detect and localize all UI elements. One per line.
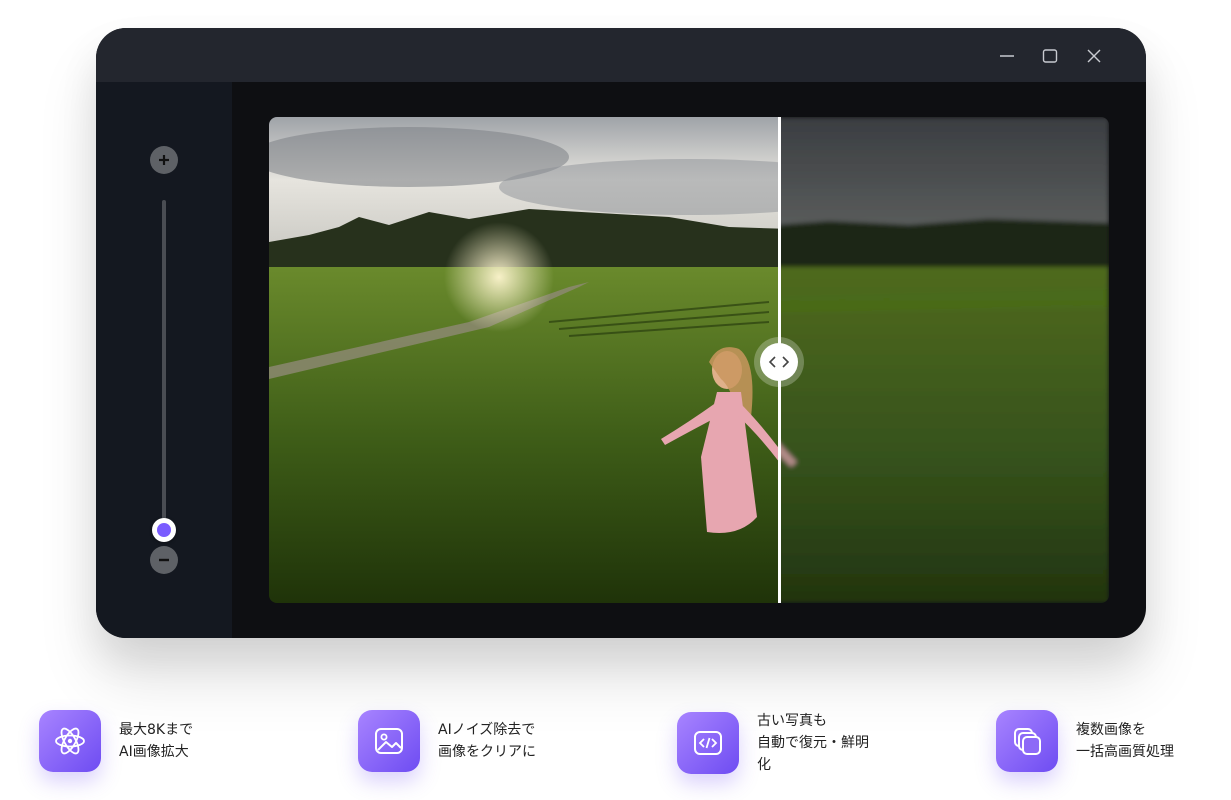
- app-window: [96, 28, 1146, 638]
- atom-icon: [55, 727, 85, 755]
- zoom-thumb-dot: [157, 523, 171, 537]
- title-bar: [96, 28, 1146, 82]
- minimize-icon: [1000, 55, 1014, 57]
- zoom-slider-track[interactable]: [162, 200, 166, 530]
- feature-icon-box: [358, 710, 420, 772]
- compare-handle[interactable]: [760, 343, 798, 381]
- feature-batch: 複数画像を 一括高画質処理: [996, 710, 1174, 772]
- feature-icon-box: [39, 710, 101, 772]
- feature-text: 複数画像を 一括高画質処理: [1076, 719, 1174, 763]
- feature-upscale: 最大8Kまで AI画像拡大: [39, 710, 193, 772]
- close-icon: [1087, 49, 1101, 63]
- minimize-button[interactable]: [993, 42, 1021, 70]
- zoom-in-button[interactable]: [150, 146, 178, 174]
- feature-line-2: 画像をクリアに: [438, 744, 536, 760]
- comparison-image[interactable]: [269, 117, 1109, 603]
- feature-text: AIノイズ除去で 画像をクリアに: [438, 719, 536, 763]
- feature-line-1: 最大8Kまで: [119, 722, 194, 738]
- feature-line-2: AI画像拡大: [119, 744, 189, 760]
- feature-list: 最大8Kまで AI画像拡大 AIノイズ除去で 画像をクリアに 古い写真も 自動で…: [0, 700, 1231, 800]
- plus-icon: [159, 155, 169, 165]
- copy-icon: [1014, 728, 1041, 755]
- code-icon: [694, 731, 722, 755]
- feature-line-1: 複数画像を: [1076, 722, 1146, 738]
- field-photo: [269, 117, 1109, 603]
- feature-line-2: 自動で復元・鮮明: [757, 735, 869, 751]
- feature-line-3: 化: [757, 757, 771, 773]
- maximize-button[interactable]: [1036, 42, 1064, 70]
- zoom-out-button[interactable]: [150, 546, 178, 574]
- close-button[interactable]: [1080, 42, 1108, 70]
- feature-line-1: AIノイズ除去で: [438, 722, 536, 738]
- feature-icon-box: [677, 712, 739, 774]
- zoom-panel: [96, 82, 232, 638]
- maximize-icon: [1042, 49, 1058, 63]
- feature-restore: 古い写真も 自動で復元・鮮明 化: [677, 710, 869, 776]
- chevrons-left-right-icon: [768, 356, 790, 368]
- feature-denoise: AIノイズ除去で 画像をクリアに: [358, 710, 536, 772]
- feature-text: 古い写真も 自動で復元・鮮明 化: [757, 710, 869, 776]
- zoom-slider-thumb[interactable]: [152, 518, 176, 542]
- minus-icon: [159, 558, 169, 562]
- feature-line-1: 古い写真も: [757, 713, 827, 729]
- feature-line-2: 一括高画質処理: [1076, 744, 1174, 760]
- image-icon: [375, 728, 403, 754]
- feature-icon-box: [996, 710, 1058, 772]
- feature-text: 最大8Kまで AI画像拡大: [119, 719, 193, 763]
